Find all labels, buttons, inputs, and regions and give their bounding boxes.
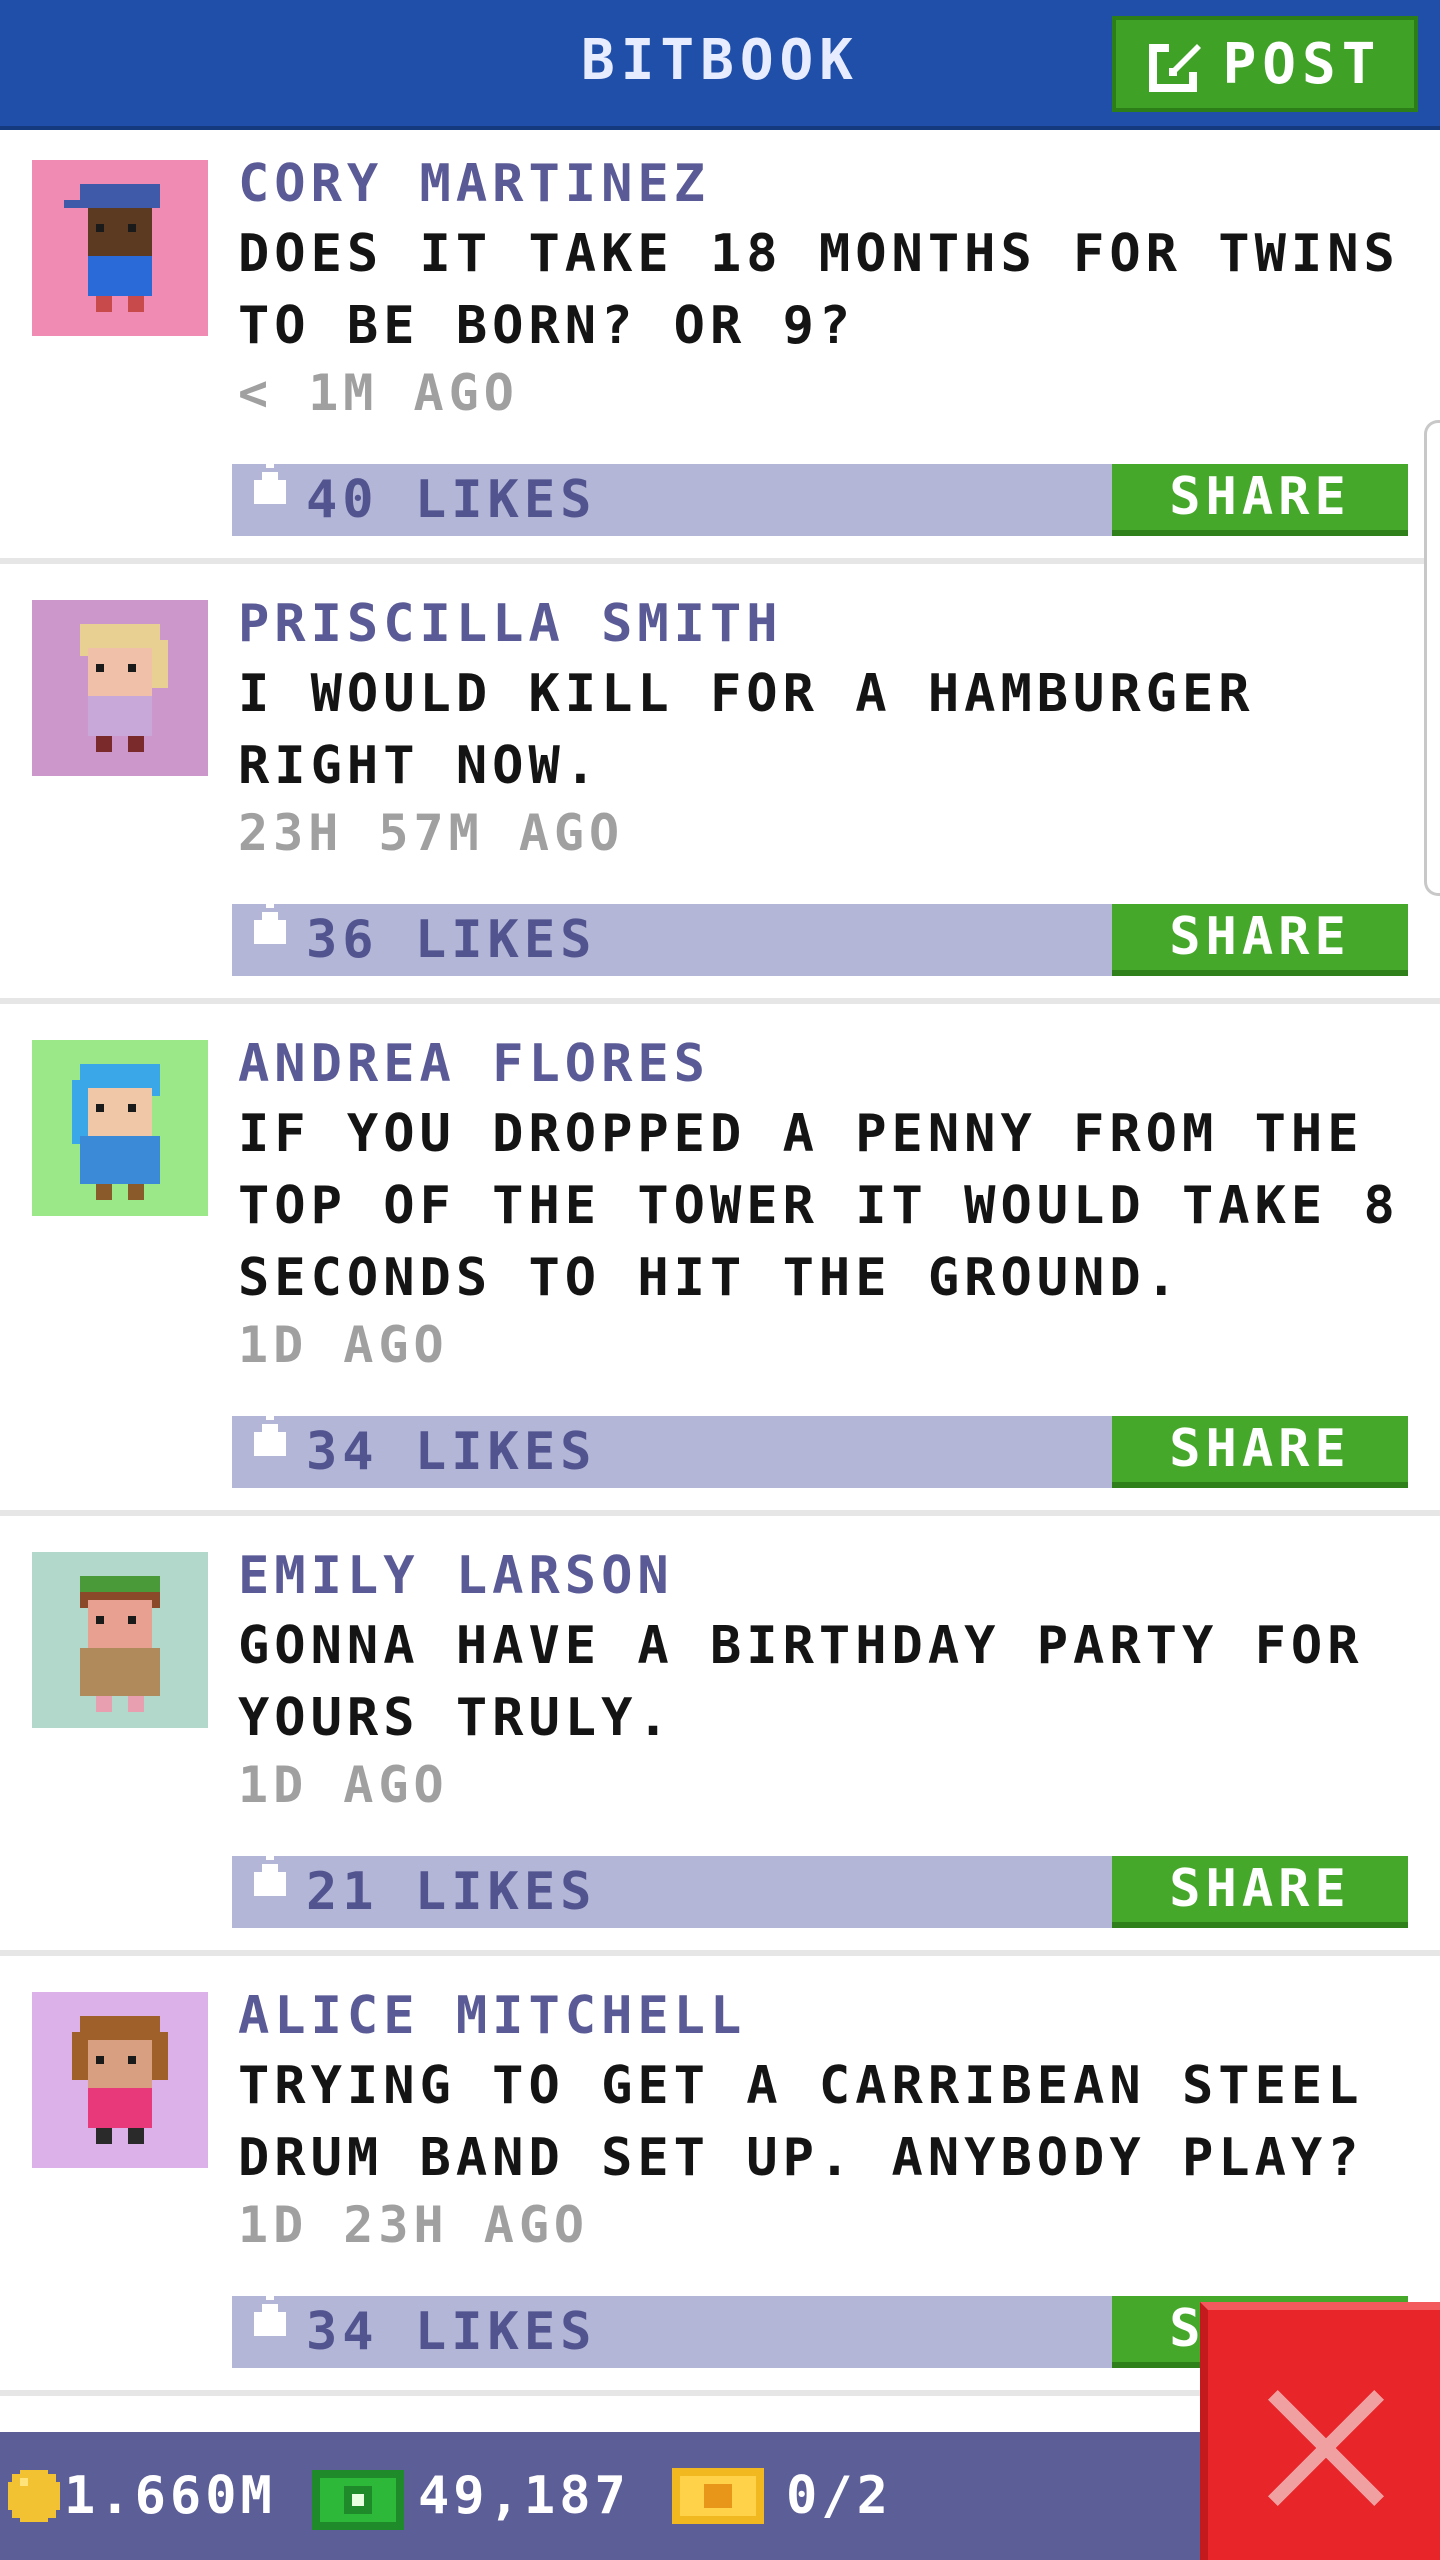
share-button[interactable]: SHARE: [1112, 904, 1408, 976]
bux-value: 49,187: [418, 2466, 630, 2526]
post-divider: [0, 1510, 1440, 1516]
post-divider: [0, 1950, 1440, 1956]
post-message: IF YOU DROPPED A PENNY FROM THE TOP OF T…: [238, 1104, 1400, 1308]
avatar: [32, 1992, 208, 2168]
post-time: 23H 57M AGO: [238, 804, 625, 862]
post-message: GONNA HAVE A BIRTHDAY PARTY FOR YOURS TR…: [238, 1616, 1364, 1748]
coin-icon: [8, 2470, 60, 2522]
share-button[interactable]: SHARE: [1112, 464, 1408, 536]
bux-counter: 49,187: [312, 2458, 630, 2534]
likes-count: 34 LIKES: [306, 1422, 597, 1482]
post-time: 1D AGO: [238, 1316, 449, 1374]
post-time: < 1M AGO: [238, 364, 519, 422]
close-button[interactable]: [1200, 2302, 1440, 2560]
thumb-icon: [254, 448, 286, 504]
bux-icon: [312, 2470, 404, 2530]
post-message: TRYING TO GET A CARRIBEAN STEEL DRUM BAN…: [238, 2056, 1364, 2188]
thumb-icon: [254, 1840, 286, 1896]
scrollbar[interactable]: [1424, 420, 1440, 896]
likes-count: 40 LIKES: [306, 470, 597, 530]
tickets-value: 0/2: [786, 2466, 892, 2526]
post-author[interactable]: ANDREA FLORES: [238, 1034, 710, 1094]
avatar: [32, 1040, 208, 1216]
avatar: [32, 1552, 208, 1728]
post-author[interactable]: ALICE MITCHELL: [238, 1986, 746, 2046]
thumb-icon: [254, 1400, 286, 1456]
post-author[interactable]: PRISCILLA SMITH: [238, 594, 783, 654]
coins-value: 1.660M: [64, 2466, 276, 2526]
likes-count: 36 LIKES: [306, 910, 597, 970]
tickets-counter: 0/2: [672, 2458, 892, 2534]
edit-icon: [1148, 36, 1205, 92]
post-time: 1D AGO: [238, 1756, 449, 1814]
post-message: DOES IT TAKE 18 MONTHS FOR TWINS TO BE B…: [238, 224, 1400, 356]
close-icon: [1268, 2390, 1384, 2506]
post-author[interactable]: CORY MARTINEZ: [238, 154, 710, 214]
share-button[interactable]: SHARE: [1112, 1856, 1408, 1928]
ticket-icon: [672, 2468, 764, 2524]
post-message: I WOULD KILL FOR A HAMBURGER RIGHT NOW.: [238, 664, 1255, 796]
likes-count: 21 LIKES: [306, 1862, 597, 1922]
post-divider: [0, 558, 1440, 564]
avatar: [32, 600, 208, 776]
likes-count: 34 LIKES: [306, 2302, 597, 2362]
post-author[interactable]: EMILY LARSON: [238, 1546, 674, 1606]
avatar: [32, 160, 208, 336]
post-time: 1D 23H AGO: [238, 2196, 590, 2254]
coins-counter: 1.660M: [8, 2458, 276, 2534]
share-button[interactable]: SHARE: [1112, 1416, 1408, 1488]
post-button-label: POST: [1222, 31, 1382, 97]
thumb-icon: [254, 888, 286, 944]
post-button[interactable]: POST: [1112, 16, 1418, 112]
thumb-icon: [254, 2280, 286, 2336]
post-divider: [0, 998, 1440, 1004]
top-bar: BITBOOK POST: [0, 0, 1440, 130]
